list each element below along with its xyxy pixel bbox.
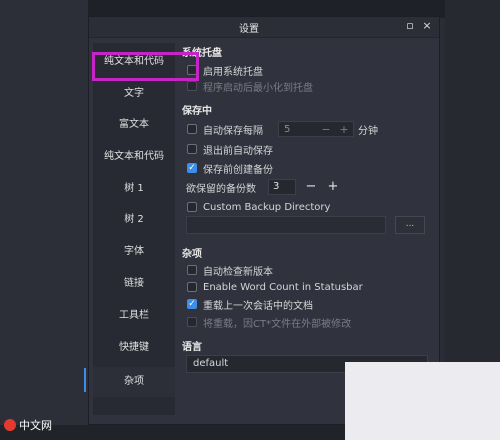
dialog-titlebar[interactable]: 设置 ▫ × <box>89 17 439 38</box>
start-minimized-label: 程序启动后最小化到托盘 <box>203 82 313 94</box>
watermark-overlay <box>345 362 500 440</box>
sidebar-item-rich-text[interactable]: 富文本 <box>93 110 175 140</box>
autosave-minus-icon: − <box>321 122 331 136</box>
sidebar-item-tree-1[interactable]: 树 1 <box>93 174 175 204</box>
language-section-title: 语言 <box>182 342 202 353</box>
reopen-docs-label: 重载上一次会话中的文档 <box>203 300 313 312</box>
backup-before-save-label: 保存前创建备份 <box>203 164 273 176</box>
close-icon[interactable]: × <box>421 19 433 33</box>
reopen-docs-checkbox[interactable] <box>187 299 197 309</box>
saving-section-title: 保存中 <box>182 106 212 117</box>
word-count-checkbox[interactable] <box>187 282 197 292</box>
sidebar-item-fonts[interactable]: 字体 <box>93 237 175 267</box>
save-on-exit-option[interactable]: 退出前自动保存 <box>187 141 273 157</box>
sidebar-item-text[interactable]: 文字 <box>93 79 175 109</box>
backup-count-plus-icon[interactable]: + <box>324 179 342 195</box>
backup-dir-path-input[interactable] <box>186 216 386 234</box>
misc-section-title: 杂项 <box>182 249 202 260</box>
sidebar-active-indicator <box>84 368 86 392</box>
start-minimized-option: 程序启动后最小化到托盘 <box>187 78 313 94</box>
watermark-text: 中文网 <box>19 419 52 432</box>
reload-modified-checkbox <box>187 317 197 327</box>
sidebar-item-links[interactable]: 链接 <box>93 269 175 299</box>
restore-icon[interactable]: ▫ <box>404 19 416 33</box>
sidebar-item-toolbar[interactable]: 工具栏 <box>93 301 175 331</box>
background-left-panel <box>0 0 88 440</box>
highlight-annotation-box <box>92 52 199 81</box>
custom-backup-dir-label: Custom Backup Directory <box>203 201 331 213</box>
backup-count-minus-icon[interactable]: − <box>302 179 320 195</box>
autosave-checkbox[interactable] <box>187 124 197 134</box>
save-on-exit-label: 退出前自动保存 <box>203 145 273 157</box>
autosave-unit-label: 分钟 <box>358 125 378 137</box>
reload-modified-option: 将重载，因CT*文件在外部被修改 <box>187 314 351 330</box>
backup-count-input[interactable]: 3 <box>268 179 296 195</box>
check-version-checkbox[interactable] <box>187 265 197 275</box>
sidebar-item-misc[interactable]: 杂项 <box>93 367 175 397</box>
dialog-title: 设置 <box>239 24 259 35</box>
autosave-interval-value: 5 <box>284 123 291 135</box>
sidebar-item-tree-2[interactable]: 树 2 <box>93 205 175 235</box>
enable-systray-label: 启用系统托盘 <box>203 66 263 78</box>
watermark-logo: 中文网 <box>4 417 52 433</box>
watermark-dot-icon <box>4 419 16 431</box>
autosave-interval-spinbox: 5 − + <box>278 121 354 137</box>
sidebar-item-shortcuts[interactable]: 快捷键 <box>93 333 175 363</box>
custom-backup-dir-checkbox[interactable] <box>187 202 197 212</box>
check-version-label: 自动检查新版本 <box>203 266 273 278</box>
start-minimized-checkbox <box>187 81 197 91</box>
save-on-exit-checkbox[interactable] <box>187 144 197 154</box>
settings-sidebar: 纯文本和代码 文字 富文本 纯文本和代码 树 1 树 2 字体 链接 工具栏 快… <box>93 43 175 415</box>
reload-modified-label: 将重载，因CT*文件在外部被修改 <box>203 318 352 330</box>
custom-backup-dir-option[interactable]: Custom Backup Directory <box>187 199 330 215</box>
reopen-docs-option[interactable]: 重载上一次会话中的文档 <box>187 296 313 312</box>
autosave-label: 自动保存每隔 <box>203 125 263 137</box>
word-count-label: Enable Word Count in Statusbar <box>203 281 363 293</box>
browse-dir-button[interactable]: ... <box>395 216 425 234</box>
backup-before-save-option[interactable]: 保存前创建备份 <box>187 160 273 176</box>
word-count-option[interactable]: Enable Word Count in Statusbar <box>187 279 363 295</box>
check-version-option[interactable]: 自动检查新版本 <box>187 262 273 278</box>
autosave-option[interactable]: 自动保存每隔 <box>187 121 263 137</box>
backup-before-save-checkbox[interactable] <box>187 163 197 173</box>
autosave-plus-icon: + <box>339 122 349 136</box>
backup-count-label: 欲保留的备份数 <box>186 183 256 195</box>
sidebar-item-plain-text-code-2[interactable]: 纯文本和代码 <box>93 142 175 172</box>
